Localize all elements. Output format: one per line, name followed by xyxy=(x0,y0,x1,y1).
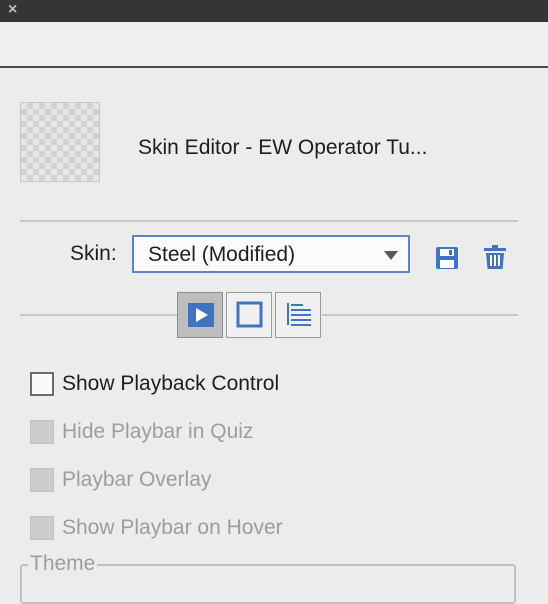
tab-playback[interactable] xyxy=(177,292,223,338)
option-label: Show Playback Control xyxy=(62,372,280,395)
option-label: Show Playbar on Hover xyxy=(62,516,283,539)
chevron-down-icon xyxy=(384,251,398,260)
show-playback-control-checkbox[interactable] xyxy=(30,372,54,396)
save-skin-button[interactable] xyxy=(435,246,459,270)
tab-borders[interactable] xyxy=(226,292,272,338)
option-label: Hide Playbar in Quiz xyxy=(62,420,254,443)
divider-right xyxy=(322,314,518,316)
option-label: Playbar Overlay xyxy=(62,468,212,491)
page-title: Skin Editor - EW Operator Tu... xyxy=(138,136,428,159)
tab-table-of-contents[interactable] xyxy=(275,292,321,338)
delete-skin-button[interactable] xyxy=(483,244,507,270)
skin-dropdown-value: Steel (Modified) xyxy=(148,243,296,266)
skin-thumbnail xyxy=(20,102,100,182)
close-icon[interactable]: × xyxy=(8,2,22,18)
divider-left xyxy=(20,314,178,316)
floppy-save-icon xyxy=(436,247,458,269)
trash-icon xyxy=(484,245,506,269)
hide-playbar-in-quiz-checkbox xyxy=(30,420,54,444)
playbar-overlay-checkbox xyxy=(30,468,54,492)
skin-label: Skin: xyxy=(70,242,117,265)
table-of-contents-icon xyxy=(287,303,311,326)
theme-legend: Theme xyxy=(28,552,98,576)
square-border-icon xyxy=(236,301,263,328)
panel-toolbar xyxy=(0,22,548,68)
divider xyxy=(20,220,518,222)
skin-dropdown[interactable]: Steel (Modified) xyxy=(132,235,410,273)
play-icon xyxy=(188,303,214,327)
window-titlebar: × xyxy=(0,0,548,22)
show-playbar-on-hover-checkbox xyxy=(30,516,54,540)
